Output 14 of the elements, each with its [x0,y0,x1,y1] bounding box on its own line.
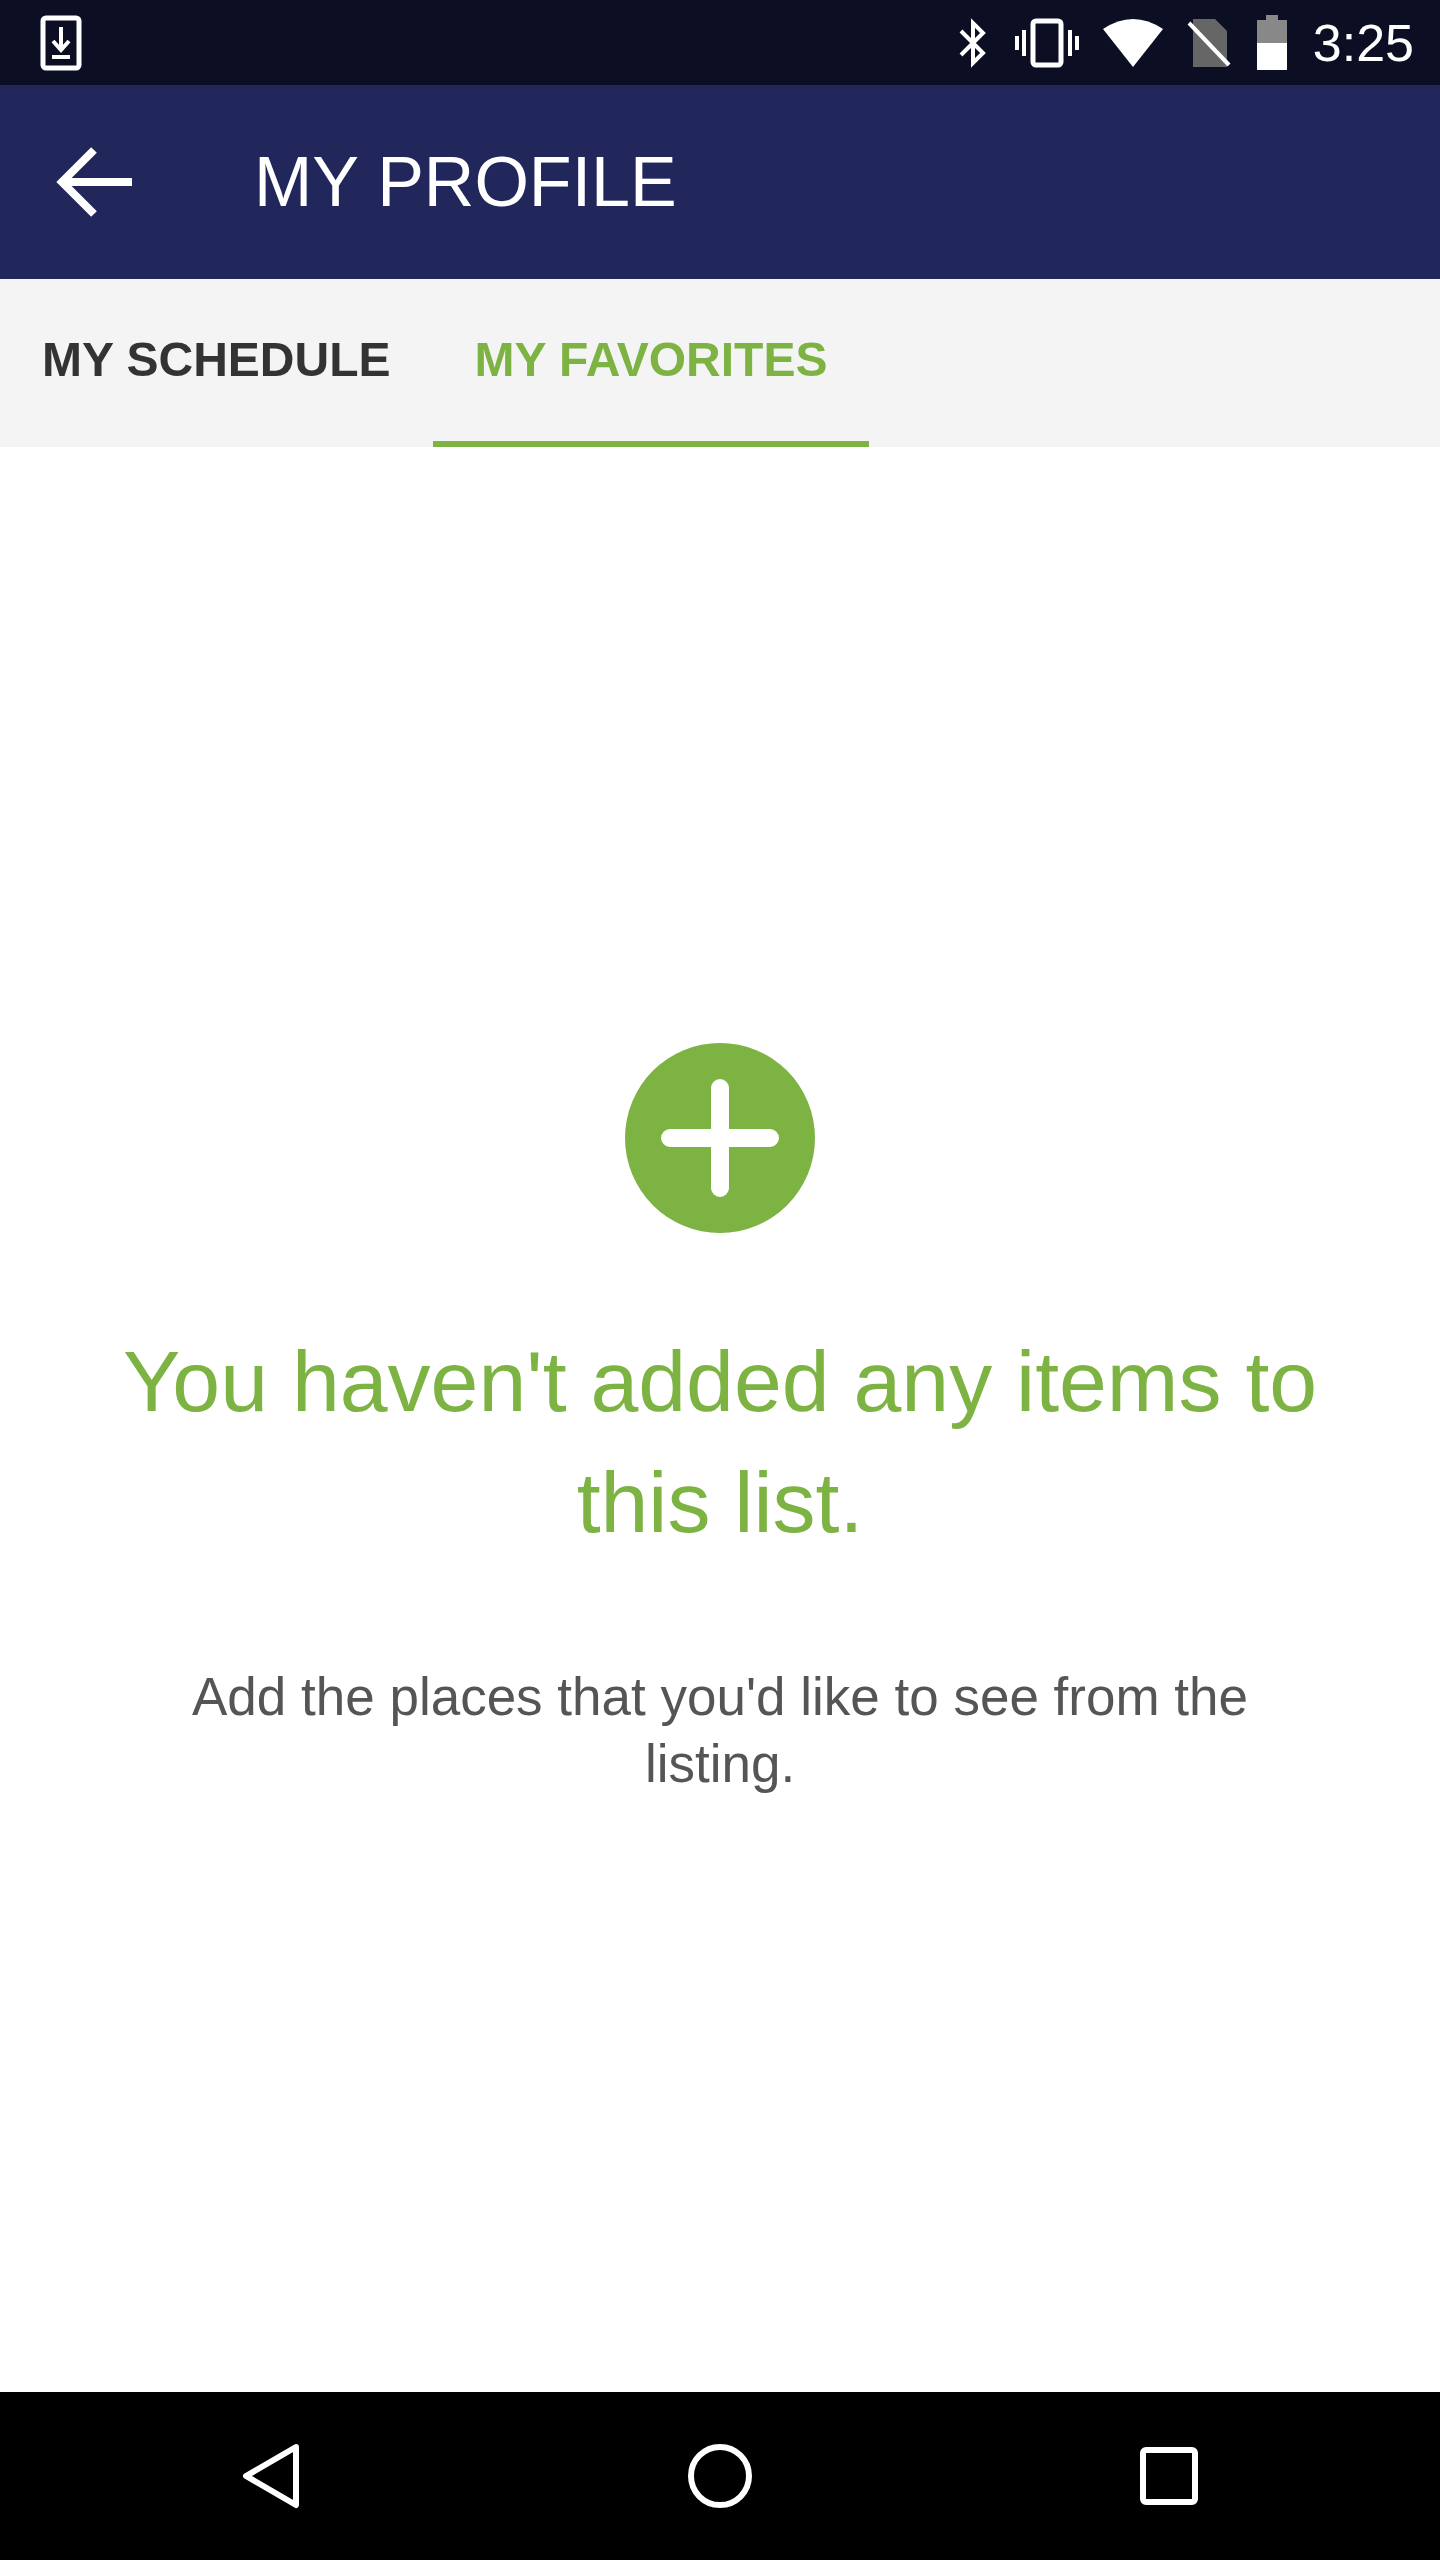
wifi-icon [1102,18,1163,67]
home-circle-icon[interactable] [687,2443,753,2509]
recents-square-icon[interactable] [1139,2446,1199,2506]
screen-title: MY PROFILE [254,141,677,223]
back-triangle-icon[interactable] [241,2443,301,2509]
no-sim-icon [1186,16,1231,69]
vibrate-icon [1014,17,1079,68]
empty-state-heading: You haven't added any items to this list. [121,1331,1319,1552]
tab[interactable]: MY SCHEDULE [0,279,433,447]
back-arrow-icon[interactable] [56,146,134,218]
download-icon [40,14,82,71]
battery-icon [1254,14,1289,71]
clock-time: 3:25 [1312,12,1414,74]
empty-state-message: Add the places that you'd like to see from the listing. [191,1665,1249,1795]
